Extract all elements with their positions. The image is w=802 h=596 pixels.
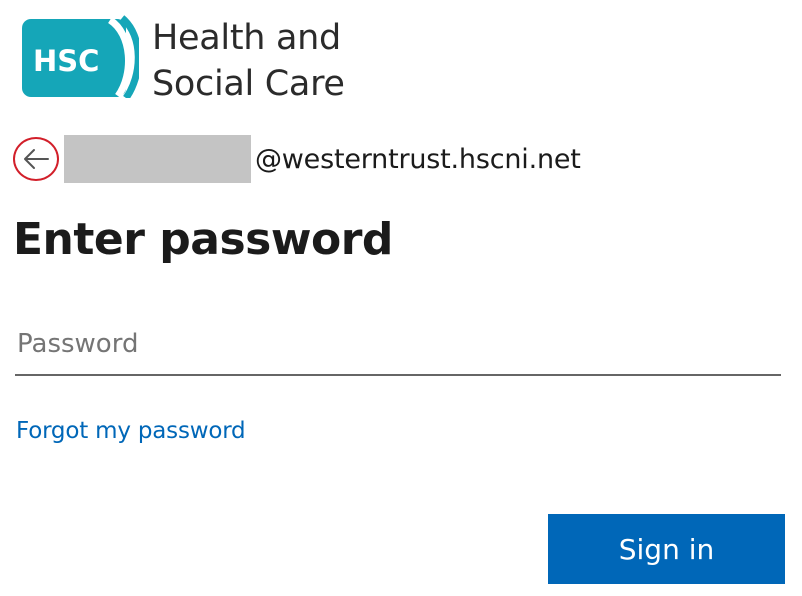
page-title: Enter password	[13, 214, 393, 265]
redacted-username	[64, 135, 251, 183]
hsc-logo-badge: HSC	[22, 14, 139, 98]
back-button[interactable]	[13, 135, 63, 183]
email-domain: @westerntrust.hscni.net	[255, 143, 581, 175]
arrow-left-icon	[24, 149, 49, 169]
sign-in-page: HSC Health and Social Care @westerntrust…	[0, 0, 802, 596]
hsc-logo: HSC Health and Social Care	[22, 14, 345, 107]
account-identity: @westerntrust.hscni.net	[13, 134, 581, 184]
brand-name-line2: Social Care	[152, 64, 345, 104]
sign-in-button[interactable]: Sign in	[548, 514, 785, 584]
forgot-password-link[interactable]: Forgot my password	[16, 418, 246, 444]
brand-name-line1: Health and	[152, 18, 341, 58]
hsc-badge-text: HSC	[33, 44, 99, 78]
password-input[interactable]	[15, 314, 781, 376]
brand-name: Health and Social Care	[152, 15, 345, 107]
